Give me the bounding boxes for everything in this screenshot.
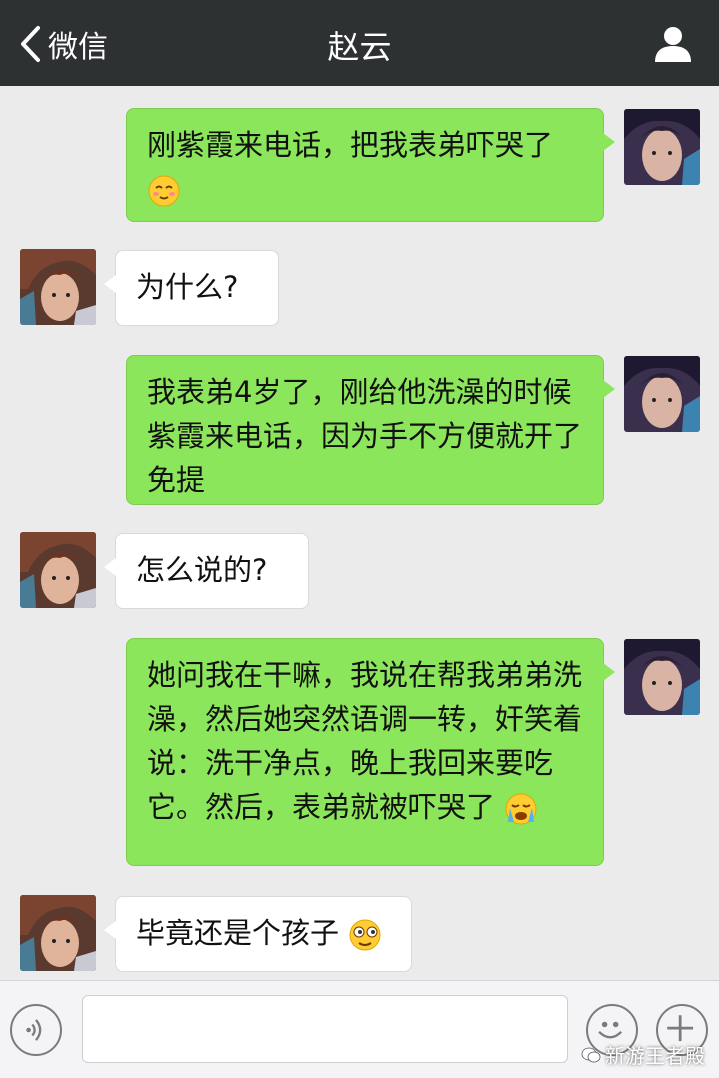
contact-avatar[interactable] <box>20 895 96 971</box>
voice-input-button[interactable] <box>10 1004 62 1056</box>
awkward-emoji <box>348 918 382 952</box>
message-bubble-outgoing[interactable]: 刚紫霞来电话，把我表弟吓哭了 <box>126 108 615 222</box>
message-text: 为什么? <box>136 270 239 304</box>
watermark-text: 新游王者殿 <box>605 1044 705 1068</box>
message-bubble-incoming[interactable]: 怎么说的? <box>104 533 309 609</box>
contact-avatar[interactable] <box>20 532 96 608</box>
self-avatar[interactable] <box>624 109 700 185</box>
chat-header: 微信 赵云 <box>0 0 719 86</box>
message-text-input[interactable] <box>82 995 568 1063</box>
person-icon <box>655 27 691 62</box>
message-text: 我表弟4岁了，刚给他洗澡的时候紫霞来电话，因为手不方便就开了免提 <box>147 375 583 497</box>
message-bubble-outgoing[interactable]: 她问我在干嘛，我说在帮我弟弟洗澡，然后她突然语调一转，奸笑着说：洗干净点，晚上我… <box>126 638 615 866</box>
message-bubble-incoming[interactable]: 毕竟还是个孩子 <box>104 896 412 972</box>
wechat-logo-icon <box>581 1047 601 1062</box>
self-avatar[interactable] <box>624 639 700 715</box>
blush-emoji <box>147 174 181 208</box>
chat-title: 赵云 <box>327 28 392 66</box>
message-bubble-outgoing[interactable]: 我表弟4岁了，刚给他洗澡的时候紫霞来电话，因为手不方便就开了免提 <box>126 355 615 505</box>
message-text: 毕竟还是个孩子 <box>136 916 340 950</box>
voice-icon <box>26 1019 42 1041</box>
contact-profile-button[interactable] <box>653 24 693 64</box>
self-avatar[interactable] <box>624 356 700 432</box>
message-text: 怎么说的? <box>136 553 268 587</box>
message-text: 刚紫霞来电话，把我表弟吓哭了 <box>147 128 554 162</box>
crying-emoji <box>504 792 538 826</box>
contact-avatar[interactable] <box>20 249 96 325</box>
watermark: 新游王者殿 <box>581 1040 705 1069</box>
message-bubble-incoming[interactable]: 为什么? <box>104 250 279 326</box>
